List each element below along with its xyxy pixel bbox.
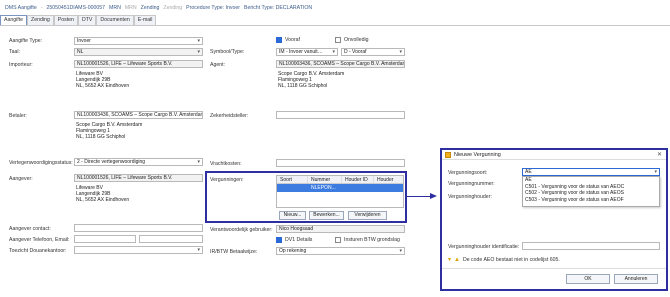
vergunningnummer-label: Vergunningnummer: [448, 181, 495, 187]
validation-warning: ▾ ▲ De code AEO bestaat niet in codelijs… [448, 256, 560, 264]
vooraf-checkbox[interactable]: Vooraf [276, 37, 300, 43]
aangever-contact-field[interactable] [74, 224, 203, 232]
vergunningsoort-dropdown-list: AE C501 - Vergunning voor de status van … [522, 176, 660, 207]
btw-betaalwijze-label: IR/BTW Betaalwijze: [210, 249, 258, 255]
tab-email[interactable]: E-mail [133, 15, 157, 25]
vergunninghouder-identificatie-label: Vergunninghouder identificatie: [448, 244, 520, 250]
bewerken-button[interactable]: Bewerken... [309, 211, 344, 220]
title-bar: DMS Aangifte - 25050451DIAMS-000057 MRN … [0, 0, 670, 15]
type-select[interactable]: D - Vooraf [341, 48, 405, 56]
tab-dtv[interactable]: DTV [77, 15, 97, 25]
app-title: DMS Aangifte [5, 4, 37, 11]
chevron-down-icon[interactable]: ▾ [448, 256, 451, 263]
importeur-label: Importeur: [9, 62, 33, 68]
vertegenwoordiging-select[interactable]: 2 - Directe vertegenwoordiging [74, 158, 203, 166]
onvolledig-checkbox[interactable]: Onvolledig [335, 37, 369, 43]
tab-aangifte[interactable]: Aangifte [0, 15, 28, 25]
toezicht-label: Toezicht Douanekantoor: [9, 248, 67, 254]
grid-col-soort[interactable]: Soort [277, 176, 308, 183]
tab-documenten[interactable]: Documenten [96, 15, 134, 25]
warning-icon: ▲ [454, 256, 460, 263]
grid-cell-nummer: NLEPON... [311, 185, 336, 191]
declaration-ref: 25050451DIAMS-000057 [46, 4, 105, 11]
tab-zending[interactable]: Zending [27, 15, 54, 25]
aangever-label: Aangever: [9, 176, 33, 182]
zending-label: Zending [140, 4, 160, 11]
nieuwe-vergunning-dialog: Nieuwe Vergunning ✕ Vergunningsoort: AE … [440, 148, 668, 291]
list-item[interactable]: C503 - Vergunning voor de status van AEO… [523, 197, 659, 204]
checkbox-checked-icon[interactable] [276, 237, 282, 243]
callout-arrow-icon [430, 193, 437, 199]
aangifte-type-select[interactable]: Invoer [74, 37, 203, 45]
importeur-field[interactable]: NL100001526, LIFE – Lifeware Sports B.V. [74, 60, 203, 68]
taal-select[interactable]: NL [74, 48, 203, 56]
aangever-telefoon-field[interactable] [74, 235, 136, 243]
zekerheidsteller-field[interactable] [276, 111, 405, 119]
verantwoordelijk-label: Verantwoordelijk gebruiker: [210, 227, 273, 233]
table-row[interactable]: NLEPON... [277, 184, 403, 192]
callout-arrow-line [405, 196, 433, 197]
list-item[interactable]: C501 - Vergunning voor de status van AEO… [523, 184, 659, 191]
vergunningsoort-label: Vergunningsoort: [448, 170, 488, 176]
grid-header: Soort Nummer Houder ID Houder [277, 176, 403, 184]
vrachtkosten-label: Vrachtkosten: [210, 161, 242, 167]
betaler-field[interactable]: NL100003436, SCOAMS – Scope Cargo B.V. A… [74, 111, 203, 119]
dialog-app-icon [445, 152, 451, 158]
aangever-email-field[interactable] [139, 235, 203, 243]
tab-posten[interactable]: Posten [53, 15, 78, 25]
tab-strip: Aangifte Zending Posten DTV Documenten E… [0, 15, 157, 25]
agent-field[interactable]: NL100003436, SCOAMS – Scope Cargo B.V. A… [276, 60, 405, 68]
mrn-value: MRN [124, 4, 137, 11]
close-icon[interactable]: ✕ [657, 150, 662, 160]
insturen-btw-checkbox[interactable]: Insturen BTW grondslag [335, 237, 400, 243]
symbool-select[interactable]: IM - Invoer vanuit… [276, 48, 338, 56]
verantwoordelijk-field[interactable]: Nico Hoogsaad [276, 225, 405, 233]
mrn-label: MRN [109, 4, 121, 11]
vertegenwoordiging-label: Vertegenwoordigingsstatus: [9, 160, 73, 166]
ok-button[interactable]: OK [566, 274, 610, 284]
aangever-contact-label: Aangever contact: [9, 226, 51, 232]
toezicht-select[interactable] [74, 246, 203, 254]
agent-address: Scope Cargo B.V. Amsterdam Flamingoweg 1… [278, 71, 345, 90]
vergunningen-label: Vergunningen: [210, 177, 244, 183]
aangever-address: Lifeware BV Langendijk 29B NL, 5652 AX E… [76, 185, 130, 204]
list-item[interactable]: C502 - Vergunning voor de status van AEO… [523, 190, 659, 197]
grid-col-houder[interactable]: Houder [374, 176, 403, 183]
vergunningsoort-select[interactable]: AE [522, 168, 660, 176]
vrachtkosten-field[interactable] [276, 159, 405, 167]
procedure-type: Procedure Type: Invoer [186, 4, 240, 11]
bericht-type: Bericht Type: DECLARATION [243, 4, 313, 11]
nieuw-button[interactable]: Nieuw... [279, 211, 306, 220]
aangever-field[interactable]: NL100001526, LIFE – Lifeware Sports B.V. [74, 174, 203, 182]
btw-betaalwijze-select[interactable]: Op rekening [276, 247, 405, 255]
vergunninghouder-identificatie-field[interactable] [522, 242, 660, 250]
vergunningen-grid: Soort Nummer Houder ID Houder NLEPON... [276, 175, 404, 208]
dialog-title-bar: Nieuwe Vergunning ✕ [442, 150, 666, 160]
checkbox-unchecked-icon[interactable] [335, 237, 341, 243]
list-item[interactable]: AE [523, 177, 659, 184]
vergunninghouder-label: Vergunninghouder: [448, 194, 492, 200]
aangifte-type-label: Aangifte Type: [9, 38, 43, 44]
checkbox-unchecked-icon[interactable] [335, 37, 341, 43]
importeur-address: Lifeware BV Langendijk 29B NL, 5652 AX E… [76, 71, 130, 90]
taal-label: Taal: [9, 49, 20, 55]
aangever-telefoon-label: Aangever Telefoon, Email: [9, 237, 70, 243]
zending-value: Zending [163, 4, 183, 11]
annuleren-button[interactable]: Annuleren [614, 274, 658, 284]
dialog-title: Nieuwe Vergunning [454, 152, 501, 158]
symbool-label: Symbool/Type: [210, 49, 245, 55]
zekerheidsteller-label: Zekerheidsteller: [210, 113, 249, 119]
dv1-details-checkbox[interactable]: DV1 Details [276, 237, 312, 243]
checkbox-checked-icon[interactable] [276, 37, 282, 43]
agent-label: Agent: [210, 62, 225, 68]
verwijderen-button[interactable]: Verwijderen [348, 211, 387, 220]
betaler-address: Scope Cargo B.V. Amsterdam Flamingoweg 1… [76, 122, 143, 141]
betaler-label: Betaler: [9, 113, 27, 119]
grid-col-nummer[interactable]: Nummer [308, 176, 342, 183]
grid-col-houder-id[interactable]: Houder ID [342, 176, 374, 183]
